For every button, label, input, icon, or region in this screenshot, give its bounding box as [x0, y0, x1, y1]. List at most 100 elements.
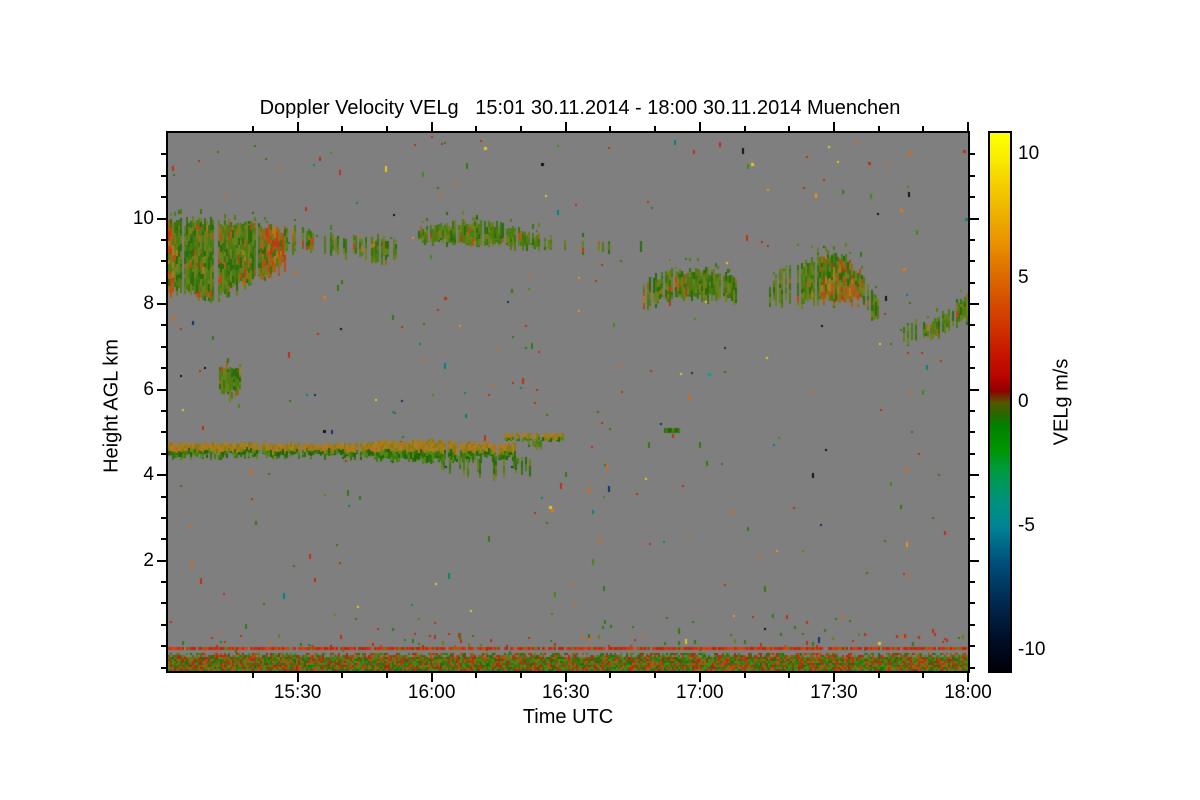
tick-mark [475, 126, 478, 131]
tick-mark [385, 673, 388, 678]
colorbar-tick-label: -10 [1018, 638, 1046, 660]
tick-mark [743, 126, 746, 131]
tick-mark [430, 122, 433, 131]
x-tick-label: 17:00 [676, 682, 724, 703]
tick-mark [157, 388, 166, 391]
tick-mark [970, 367, 975, 370]
tick-mark [161, 324, 166, 327]
tick-mark [970, 324, 975, 327]
tick-mark [970, 602, 975, 605]
tick-mark [970, 217, 979, 220]
tick-mark [970, 153, 975, 156]
tick-mark [251, 673, 254, 678]
tick-mark [161, 153, 166, 156]
tick-mark [520, 673, 523, 678]
y-tick-label: 10 [132, 207, 154, 229]
tick-mark [970, 474, 979, 477]
tick-mark [161, 345, 166, 348]
x-axis-title: Time UTC [522, 706, 614, 728]
tick-mark [832, 673, 835, 682]
tick-mark [970, 623, 975, 626]
y-tick-label: 4 [143, 464, 154, 486]
tick-mark [609, 126, 612, 131]
tick-mark [970, 174, 975, 177]
y-tick-label: 6 [143, 378, 154, 400]
tick-mark [161, 666, 166, 669]
tick-mark [788, 126, 791, 131]
tick-mark [970, 645, 975, 648]
tick-mark [970, 431, 975, 434]
tick-mark [698, 122, 701, 131]
tick-mark [161, 196, 166, 199]
tick-mark [970, 281, 975, 284]
chart-title: Doppler Velocity VELg 15:01 30.11.2014 -… [259, 97, 901, 119]
tick-mark [161, 495, 166, 498]
tick-mark [157, 217, 166, 220]
x-tick-label: 16:30 [541, 682, 590, 703]
x-tick-label: 15:30 [273, 682, 322, 703]
y-axis-title: Height AGL km [100, 339, 123, 473]
tick-mark [832, 122, 835, 131]
tick-mark [520, 126, 523, 131]
tick-mark [296, 122, 299, 131]
tick-mark [654, 126, 657, 131]
tick-mark [161, 516, 166, 519]
tick-mark [161, 602, 166, 605]
tick-mark [341, 126, 344, 131]
tick-mark [564, 673, 567, 682]
x-tick-label: 16:00 [407, 682, 456, 703]
tick-mark [970, 516, 975, 519]
tick-mark [157, 474, 166, 477]
colorbar-tick-label: -5 [1018, 514, 1035, 536]
tick-mark [698, 673, 701, 682]
tick-mark [970, 559, 979, 562]
tick-mark [296, 673, 299, 682]
tick-mark [877, 126, 880, 131]
tick-mark [970, 388, 979, 391]
tick-mark [654, 673, 657, 678]
tick-mark [157, 559, 166, 562]
tick-mark [970, 452, 975, 455]
tick-mark [967, 122, 969, 131]
tick-mark [970, 495, 975, 498]
colorbar-tick-label: 10 [1018, 143, 1040, 165]
tick-mark [967, 673, 969, 682]
tick-mark [161, 281, 166, 284]
tick-mark [743, 673, 746, 678]
tick-mark [157, 303, 166, 306]
x-tick-label: 18:00 [944, 682, 992, 703]
tick-mark [970, 345, 975, 348]
tick-mark [970, 538, 975, 541]
tick-mark [161, 581, 166, 584]
tick-mark [922, 673, 925, 678]
tick-mark [161, 260, 166, 263]
tick-mark [385, 126, 388, 131]
tick-mark [251, 126, 254, 131]
y-tick-label: 8 [143, 293, 154, 315]
tick-mark [161, 174, 166, 177]
tick-mark [161, 409, 166, 412]
tick-mark [922, 126, 925, 131]
tick-mark [161, 538, 166, 541]
tick-mark [970, 196, 975, 199]
colorbar-border [988, 131, 1012, 673]
tick-mark [161, 431, 166, 434]
tick-mark [970, 238, 975, 241]
x-tick-label: 17:30 [810, 682, 858, 703]
tick-mark [788, 673, 791, 678]
colorbar-tick-label: 5 [1018, 267, 1029, 289]
tick-mark [430, 673, 433, 682]
tick-mark [970, 260, 975, 263]
y-tick-label: 2 [143, 549, 154, 571]
heatmap-canvas [168, 133, 968, 671]
tick-mark [970, 666, 975, 669]
tick-mark [161, 238, 166, 241]
tick-mark [161, 452, 166, 455]
colorbar-tick-label: 0 [1018, 391, 1029, 412]
tick-mark [877, 673, 880, 678]
tick-mark [341, 673, 344, 678]
tick-mark [970, 409, 975, 412]
tick-mark [161, 367, 166, 370]
tick-mark [970, 303, 979, 306]
tick-mark [475, 673, 478, 678]
